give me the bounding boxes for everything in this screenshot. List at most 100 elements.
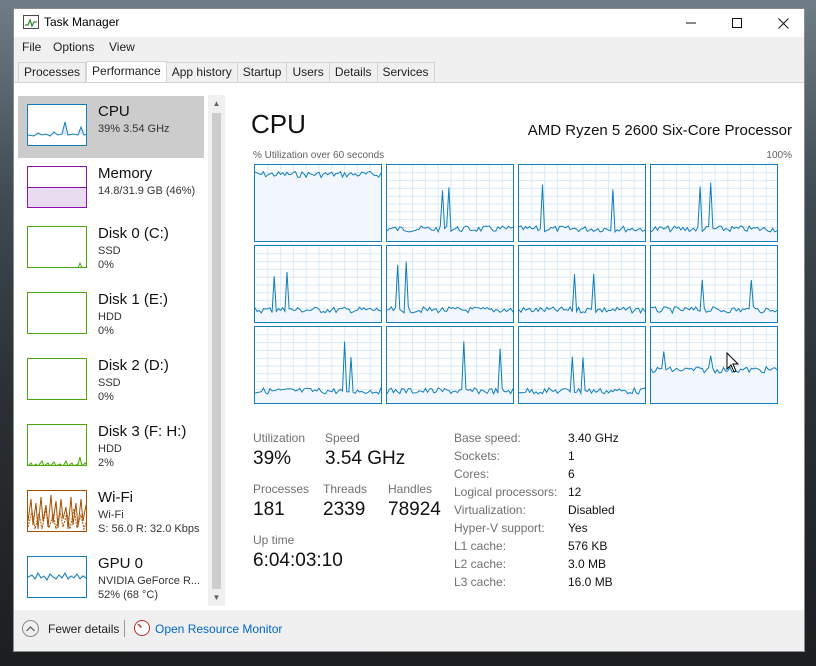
sidebar-item-throughput: S: 56.0 R: 32.0 Kbps xyxy=(98,523,200,535)
hyper-v-label: Hyper-V support: xyxy=(454,521,545,535)
sidebar-item-detail: SSD xyxy=(98,377,121,389)
resource-sidebar: CPU 39% 3.54 GHz Memory 14.8/31.9 GB (46… xyxy=(18,95,208,605)
sidebar-item-usage: 52% (68 °C) xyxy=(98,589,159,601)
processor-model: AMD Ryzen 5 2600 Six-Core Processor xyxy=(527,122,792,139)
footer-divider xyxy=(124,620,125,637)
logical-processor-graph-8 xyxy=(254,326,382,404)
sidebar-item-label: Disk 2 (D:) xyxy=(98,357,169,374)
tab-strip: Processes Performance App history Startu… xyxy=(18,61,435,83)
logical-processors-value: 12 xyxy=(568,485,582,499)
minimize-button[interactable] xyxy=(668,9,714,37)
maximize-button[interactable] xyxy=(714,9,760,37)
handles-stat: Handles 78924 xyxy=(388,482,441,521)
graph-max-label: 100% xyxy=(766,150,792,161)
logical-processor-graph-11 xyxy=(650,326,778,404)
menu-view[interactable]: View xyxy=(109,40,135,54)
scrollbar-thumb[interactable] xyxy=(212,113,221,589)
sidebar-item-disk-1[interactable]: Disk 1 (E:) HDD 0% xyxy=(18,284,204,346)
processes-label: Processes xyxy=(253,482,310,496)
uptime-stat: Up time 6:04:03:10 xyxy=(253,533,343,572)
performance-panel: CPU 39% 3.54 GHz Memory 14.8/31.9 GB (46… xyxy=(14,82,804,610)
base-speed-value: 3.40 GHz xyxy=(568,431,619,445)
disk-3-thumbnail-graph xyxy=(27,424,87,466)
menu-file[interactable]: File xyxy=(22,40,41,54)
logical-processor-graph-2 xyxy=(518,164,646,242)
sidebar-item-detail: HDD xyxy=(98,311,122,323)
resource-monitor-icon[interactable] xyxy=(134,620,150,636)
processes-stat: Processes 181 xyxy=(253,482,309,521)
close-icon xyxy=(777,17,789,29)
l2-cache-label: L2 cache: xyxy=(454,557,507,571)
open-resource-monitor-link[interactable]: Open Resource Monitor xyxy=(155,622,282,636)
tab-services[interactable]: Services xyxy=(377,62,435,83)
disk-0-thumbnail-graph xyxy=(27,226,87,268)
sidebar-item-disk-0[interactable]: Disk 0 (C:) SSD 0% xyxy=(18,218,204,280)
sidebar-item-detail: 39% 3.54 GHz xyxy=(98,123,170,135)
cpu-thumbnail-graph xyxy=(27,104,87,146)
logical-processor-graph-7 xyxy=(650,245,778,323)
minimize-icon xyxy=(686,22,696,24)
virtualization-label: Virtualization: xyxy=(454,503,526,517)
graph-caption: % Utilization over 60 seconds xyxy=(253,150,385,161)
threads-value: 2339 xyxy=(323,499,366,520)
wifi-thumbnail-graph xyxy=(27,490,87,532)
memory-thumbnail-graph xyxy=(27,166,87,208)
sidebar-item-cpu[interactable]: CPU 39% 3.54 GHz xyxy=(18,96,204,158)
speed-label: Speed xyxy=(325,431,360,445)
speed-value: 3.54 GHz xyxy=(325,448,406,469)
tab-startup[interactable]: Startup xyxy=(237,62,288,83)
menu-bar: File Options View xyxy=(14,37,804,58)
sidebar-item-label: Memory xyxy=(98,165,153,182)
sidebar-item-usage: 0% xyxy=(98,259,114,271)
disk-1-thumbnail-graph xyxy=(27,292,87,334)
sidebar-item-memory[interactable]: Memory 14.8/31.9 GB (46%) xyxy=(18,158,204,220)
sidebar-item-wifi[interactable]: Wi-Fi Wi-Fi S: 56.0 R: 32.0 Kbps xyxy=(18,482,204,544)
speed-stat: Speed 3.54 GHz xyxy=(325,431,405,470)
task-manager-window: Task Manager File Options View Processes… xyxy=(13,8,805,652)
page-title: CPU xyxy=(251,109,306,139)
sidebar-scrollbar[interactable]: ▲ ▼ xyxy=(208,95,225,606)
tab-users[interactable]: Users xyxy=(287,62,330,83)
tab-performance[interactable]: Performance xyxy=(86,61,167,83)
scroll-down-arrow-icon[interactable]: ▼ xyxy=(208,589,225,606)
l1-cache-value: 576 KB xyxy=(568,539,608,553)
sidebar-item-label: Disk 1 (E:) xyxy=(98,291,169,308)
cpu-detail-panel: CPU AMD Ryzen 5 2600 Six-Core Processor … xyxy=(246,83,792,603)
sidebar-item-detail: Wi-Fi xyxy=(98,509,124,521)
title-bar[interactable]: Task Manager xyxy=(14,9,804,37)
maximize-icon xyxy=(732,18,742,28)
sidebar-item-disk-3[interactable]: Disk 3 (F: H:) HDD 2% xyxy=(18,416,204,478)
sidebar-item-usage: 2% xyxy=(98,457,114,469)
sidebar-item-label: GPU 0 xyxy=(98,555,144,572)
processes-value: 181 xyxy=(253,499,285,520)
cores-label: Cores: xyxy=(454,467,490,481)
sidebar-item-detail: SSD xyxy=(98,245,121,257)
logical-processor-graph-3 xyxy=(650,164,778,242)
close-button[interactable] xyxy=(760,9,806,37)
tab-details[interactable]: Details xyxy=(329,62,378,83)
tab-processes[interactable]: Processes xyxy=(18,62,87,83)
tab-app-history[interactable]: App history xyxy=(166,62,238,83)
sidebar-item-label: Wi-Fi xyxy=(98,489,133,506)
sidebar-item-detail: NVIDIA GeForce R... xyxy=(98,575,201,587)
utilization-label: Utilization xyxy=(253,431,306,445)
chevron-up-icon[interactable] xyxy=(22,620,39,637)
utilization-stat: Utilization 39% xyxy=(253,431,305,470)
menu-options[interactable]: Options xyxy=(53,40,94,54)
handles-value: 78924 xyxy=(388,499,441,520)
scroll-up-arrow-icon[interactable]: ▲ xyxy=(208,95,225,112)
sockets-value: 1 xyxy=(568,449,575,463)
sidebar-item-disk-2[interactable]: Disk 2 (D:) SSD 0% xyxy=(18,350,204,412)
sidebar-item-label: Disk 3 (F: H:) xyxy=(98,423,187,440)
gpu-0-thumbnail-graph xyxy=(27,556,87,598)
sidebar-item-gpu-0[interactable]: GPU 0 NVIDIA GeForce R... 52% (68 °C) xyxy=(18,548,204,610)
base-speed-label: Base speed: xyxy=(454,431,521,445)
handles-label: Handles xyxy=(388,482,433,496)
sidebar-item-usage: 0% xyxy=(98,391,114,403)
fewer-details-link[interactable]: Fewer details xyxy=(48,622,119,636)
sidebar-item-detail: 14.8/31.9 GB (46%) xyxy=(98,185,196,197)
mouse-pointer-icon xyxy=(726,352,740,373)
logical-processor-graph-10 xyxy=(518,326,646,404)
hyper-v-value: Yes xyxy=(568,521,588,535)
logical-processors-label: Logical processors: xyxy=(454,485,558,499)
